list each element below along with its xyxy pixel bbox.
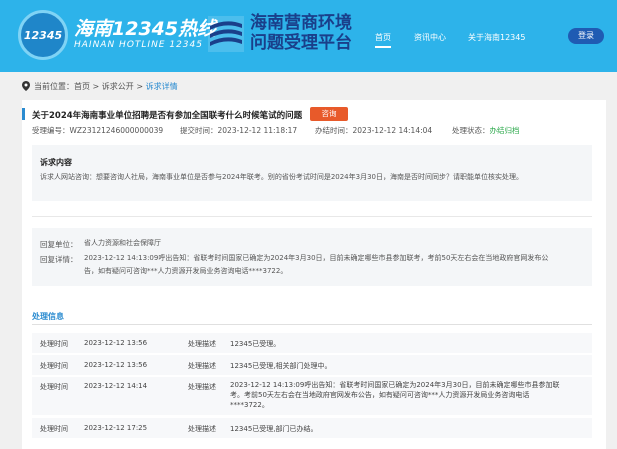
divider	[32, 216, 592, 217]
nav-home[interactable]: 首页	[375, 32, 391, 48]
desc-value: 12345已受理,相关部门处理中。	[230, 362, 332, 370]
logo-badge-text: 12345	[23, 29, 63, 42]
process-section-title: 处理信息	[32, 312, 64, 321]
meta-id: 受理编号：WZ23121246000000039	[32, 126, 164, 135]
login-button[interactable]: 登录	[568, 28, 604, 44]
breadcrumb-home[interactable]: 首页	[74, 82, 90, 91]
page-title: 关于2024年海南事业单位招聘是否有参加全国联考什么时候笔试的问题	[32, 111, 303, 121]
desc-value: 12345已受理,部门已办结。	[230, 425, 318, 433]
reply-unit-value: 省人力资源和社会保障厅	[84, 239, 161, 247]
platform-logo-icon	[208, 16, 244, 52]
desc-label: 处理描述	[188, 425, 216, 433]
section-divider	[32, 324, 592, 325]
time-value: 2023-12-12 17:25	[84, 424, 148, 432]
platform-title-line1: 海南营商环境	[250, 13, 352, 33]
process-row: 处理时间 2023-12-12 17:25 处理描述 12345已受理,部门已办…	[32, 418, 592, 438]
breadcrumb-separator: >	[90, 82, 102, 91]
hotline-logo-icon[interactable]: 12345	[18, 10, 68, 60]
breadcrumb-public[interactable]: 诉求公开	[102, 82, 134, 91]
meta-status: 处理状态：办结归档	[452, 126, 520, 135]
location-pin-icon	[22, 81, 30, 91]
site-header: 12345 海南12345热线 HAINAN HOTLINE 12345 海南营…	[0, 0, 617, 72]
reply-detail-line2: 告，如有疑问可咨询***人力资源开发局业务咨询电话****3722。	[84, 267, 288, 275]
process-row: 处理时间 2023-12-12 13:56 处理描述 12345已受理,相关部门…	[32, 355, 592, 375]
category-tag: 咨询	[310, 107, 348, 121]
desc-label: 处理描述	[188, 340, 216, 348]
content-title: 诉求内容	[40, 158, 72, 167]
reply-unit-label: 回复单位：	[40, 240, 78, 249]
time-label: 处理时间	[40, 340, 68, 348]
breadcrumb-prefix: 当前位置：	[34, 82, 74, 91]
desc-value: 2023-12-12 14:13:09呼出告知：省联考时间国家已确定为2024年…	[230, 381, 560, 409]
reply-detail-label: 回复详情：	[40, 255, 78, 264]
time-value: 2023-12-12 13:56	[84, 361, 148, 369]
time-label: 处理时间	[40, 425, 68, 433]
time-label: 处理时间	[40, 383, 68, 391]
breadcrumb-current: 诉求详情	[145, 82, 178, 91]
status-badge: 办结归档	[489, 126, 520, 135]
logo-title: 海南12345热线	[74, 18, 217, 40]
desc-label: 处理描述	[188, 362, 216, 370]
nav-news[interactable]: 资讯中心	[414, 32, 446, 43]
breadcrumb: 当前位置：首页 > 诉求公开 > 诉求详情	[34, 81, 178, 92]
desc-label: 处理描述	[188, 383, 216, 391]
platform-title-line2: 问题受理平台	[250, 33, 352, 53]
breadcrumb-separator: >	[133, 82, 146, 91]
process-row: 处理时间 2023-12-12 14:14 处理描述 2023-12-12 14…	[32, 377, 592, 415]
time-label: 处理时间	[40, 362, 68, 370]
platform-title: 海南营商环境 问题受理平台	[250, 13, 352, 53]
meta-finish-time: 办结时间：2023-12-12 14:14:04	[315, 126, 433, 135]
time-value: 2023-12-12 14:14	[84, 382, 148, 390]
meta-submit-time: 提交时间：2023-12-12 11:18:17	[180, 126, 298, 135]
title-accent-bar	[22, 108, 25, 120]
reply-detail-line1: 2023-12-12 14:13:09呼出告知：省联考时间国家已确定为2024年…	[84, 254, 549, 262]
content-text: 诉求人网站咨询：想要咨询人社局，海南事业单位是否参与2024年联考。别的省份考试…	[40, 173, 523, 181]
desc-value: 12345已受理。	[230, 340, 281, 348]
logo-subtitle: HAINAN HOTLINE 12345	[74, 40, 203, 50]
nav-about[interactable]: 关于海南12345	[468, 32, 525, 43]
time-value: 2023-12-12 13:56	[84, 339, 148, 347]
process-row: 处理时间 2023-12-12 13:56 处理描述 12345已受理。	[32, 333, 592, 353]
